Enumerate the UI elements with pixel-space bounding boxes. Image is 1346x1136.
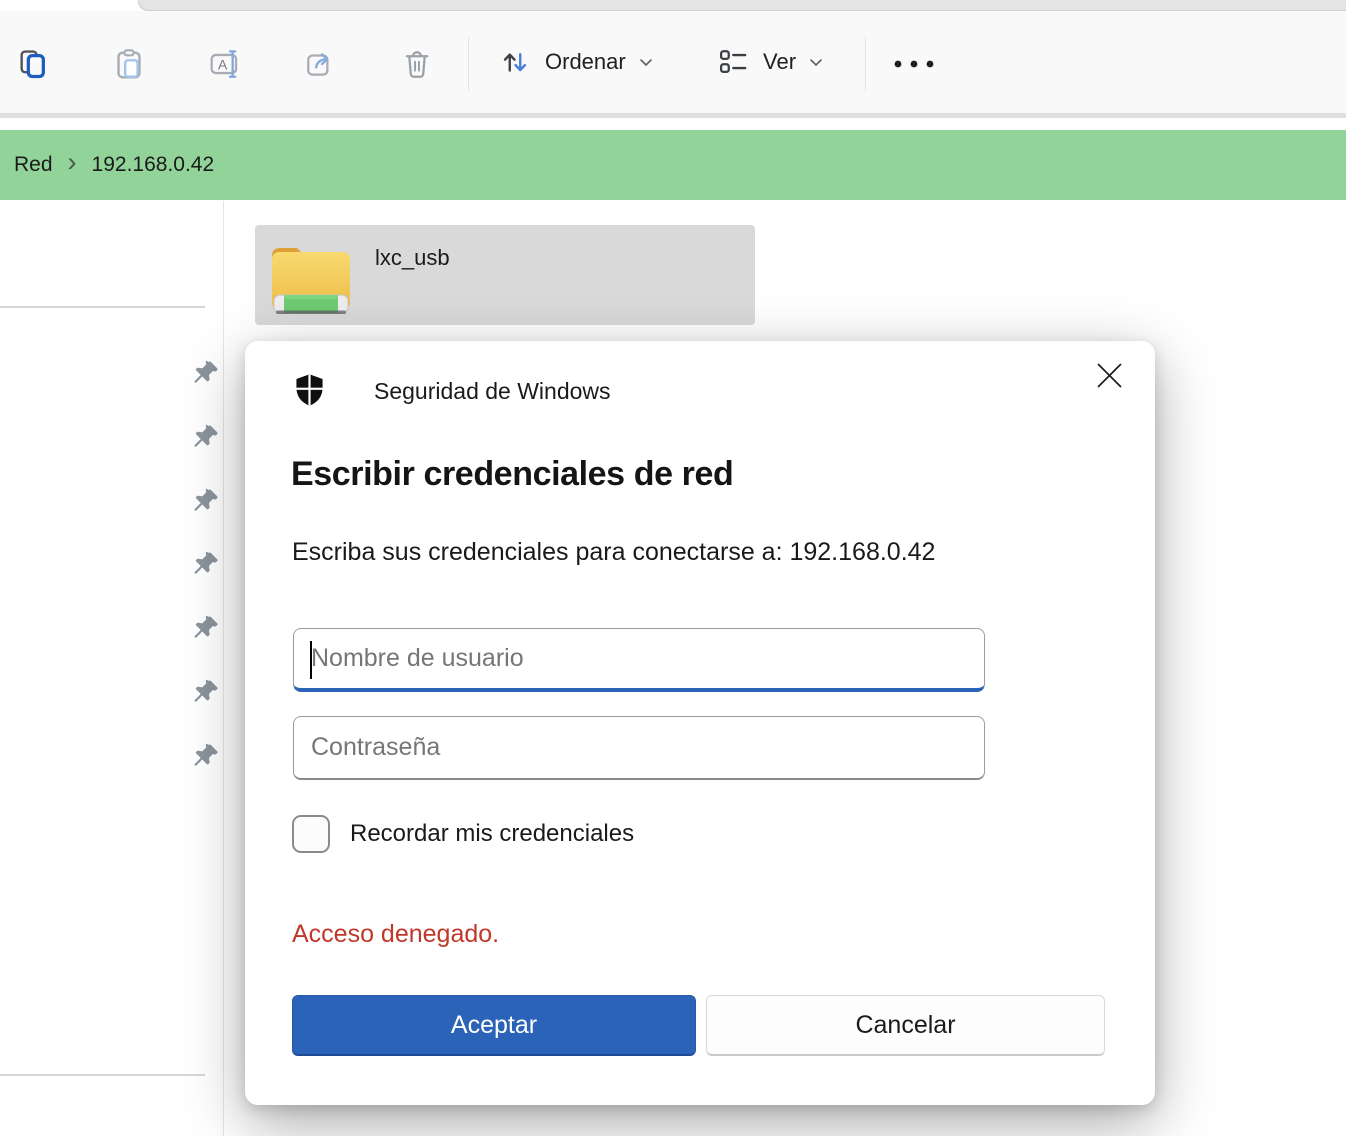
paste-button[interactable] (97, 31, 161, 97)
delete-button[interactable] (385, 31, 449, 97)
breadcrumb-chevron-icon: › (0, 149, 1, 182)
tab-strip (138, 0, 1346, 11)
sidebar-separator (0, 306, 205, 308)
sidebar-content-divider (223, 201, 224, 1136)
chevron-down-icon (639, 58, 653, 67)
pin-icon[interactable] (192, 677, 222, 707)
shield-icon (293, 371, 326, 409)
file-explorer-window: A Ordenar (0, 0, 1346, 1136)
copy-icon (16, 47, 50, 81)
share-icon (304, 47, 338, 81)
remember-checkbox[interactable] (292, 815, 330, 853)
pin-icon[interactable] (192, 613, 222, 643)
sort-button[interactable]: Ordenar (498, 11, 653, 113)
pin-icon[interactable] (192, 549, 222, 579)
password-input[interactable] (293, 716, 985, 780)
password-field-wrapper (293, 716, 985, 780)
windows-security-dialog: Seguridad de Windows Escribir credencial… (245, 341, 1155, 1105)
username-field-wrapper (293, 628, 985, 692)
error-message: Acceso denegado. (292, 920, 499, 949)
pin-icon[interactable] (192, 486, 222, 516)
toolbar-divider (468, 37, 469, 91)
file-item-lxc-usb[interactable]: lxc_usb (255, 225, 755, 325)
breadcrumb-chevron-icon: › (68, 149, 77, 182)
close-button[interactable] (1083, 349, 1135, 401)
delete-icon (400, 47, 434, 81)
command-bar: A Ordenar (0, 11, 1346, 118)
rename-icon: A (208, 47, 242, 81)
dialog-subtitle: Escriba sus credenciales para conectarse… (292, 538, 935, 567)
copy-button[interactable] (1, 31, 65, 97)
dialog-title: Escribir credenciales de red (291, 455, 733, 494)
toolbar-divider (865, 37, 866, 91)
address-bar[interactable]: › Red › 192.168.0.42 (0, 130, 1346, 200)
more-options-button[interactable] (882, 31, 946, 97)
pin-icon[interactable] (192, 741, 222, 771)
accept-button[interactable]: Aceptar (292, 995, 696, 1056)
svg-text:A: A (218, 58, 228, 74)
view-label: Ver (763, 49, 796, 75)
pin-icon[interactable] (192, 422, 222, 452)
dialog-app-title: Seguridad de Windows (374, 378, 611, 405)
share-button[interactable] (289, 31, 353, 97)
pin-icon[interactable] (192, 358, 222, 388)
chevron-down-icon (809, 58, 823, 67)
remember-credentials-row[interactable]: Recordar mis credenciales (292, 815, 634, 853)
close-icon (1097, 363, 1122, 388)
remember-checkbox-label: Recordar mis credenciales (350, 820, 634, 848)
username-input[interactable] (293, 628, 985, 692)
cancel-button[interactable]: Cancelar (706, 995, 1105, 1056)
view-icon (716, 45, 750, 79)
sort-icon (498, 45, 532, 79)
rename-button[interactable]: A (193, 31, 257, 97)
shared-folder-icon (268, 236, 354, 316)
more-options-icon (893, 59, 935, 69)
file-item-label: lxc_usb (375, 245, 450, 271)
text-caret (310, 641, 312, 679)
sidebar-separator (0, 1074, 205, 1076)
paste-icon (112, 47, 146, 81)
sort-label: Ordenar (545, 49, 626, 75)
breadcrumb-item-host[interactable]: 192.168.0.42 (92, 153, 215, 177)
view-button[interactable]: Ver (716, 11, 823, 113)
breadcrumb-item-red[interactable]: Red (14, 153, 53, 177)
